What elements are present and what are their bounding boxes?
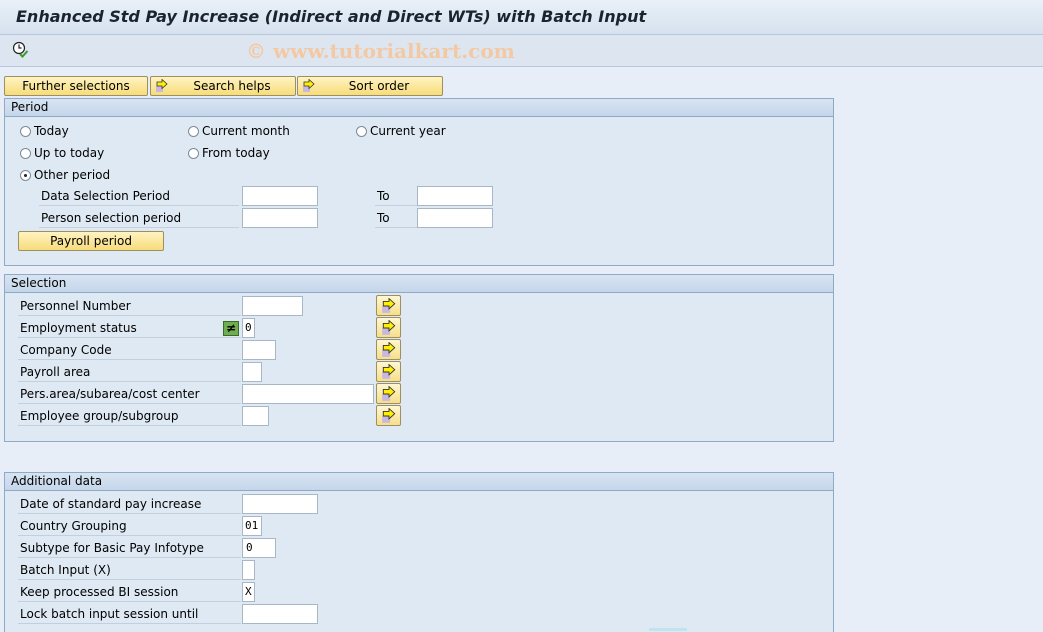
subtype-basic-pay-input[interactable]: 0 <box>242 538 276 558</box>
not-equal-operator-icon[interactable]: ≠ <box>223 321 239 336</box>
page-title: Enhanced Std Pay Increase (Indirect and … <box>16 7 647 26</box>
date-of-standard-pay-increase-label: Date of standard pay increase <box>18 495 241 514</box>
employee-group-label: Employee group/subgroup <box>18 407 241 426</box>
period-group: Period Today Current month Current year … <box>4 98 834 266</box>
lock-batch-input-session-input[interactable] <box>242 604 318 624</box>
personnel-number-input[interactable] <box>242 296 303 316</box>
employment-status-multiple-selection-button[interactable] <box>376 317 401 338</box>
keep-processed-bi-session-input[interactable]: X <box>242 582 255 602</box>
payroll-period-button[interactable]: Payroll period <box>18 231 164 251</box>
radio-label: From today <box>202 146 270 160</box>
execute-icon[interactable] <box>12 41 30 59</box>
watermark: © www.tutorialkart.com <box>246 39 515 63</box>
to-label: To <box>375 187 417 206</box>
personnel-number-label: Personnel Number <box>18 297 241 316</box>
period-group-title: Period <box>5 99 833 117</box>
radio-label: Up to today <box>34 146 105 160</box>
arrow-right-icon <box>302 78 316 93</box>
lock-batch-input-session-label: Lock batch input session until <box>18 605 241 624</box>
employee-group-multiple-selection-button[interactable] <box>376 405 401 426</box>
radio-circle[interactable] <box>20 147 31 159</box>
radio-today[interactable]: Today <box>20 124 69 138</box>
employment-status-label: Employment status <box>18 319 241 338</box>
sort-order-label: Sort order <box>348 79 410 93</box>
to-label: To <box>375 209 417 228</box>
person-selection-from-input[interactable] <box>242 208 318 228</box>
multiple-selection-icon <box>382 408 396 423</box>
person-selection-period-label: Person selection period <box>39 209 239 228</box>
country-grouping-label: Country Grouping <box>18 517 241 536</box>
multiple-selection-icon <box>382 364 396 379</box>
search-helps-label: Search helps <box>193 79 271 93</box>
pers-area-label: Pers.area/subarea/cost center <box>18 385 241 404</box>
batch-input-input[interactable] <box>242 560 255 580</box>
application-toolbar: © www.tutorialkart.com <box>0 35 1043 67</box>
radio-from-today[interactable]: From today <box>188 146 270 160</box>
pers-area-input[interactable] <box>242 384 374 404</box>
selection-group: Selection Personnel Number Employment st… <box>4 274 834 442</box>
keep-processed-bi-session-label: Keep processed BI session <box>18 583 241 602</box>
subtype-basic-pay-label: Subtype for Basic Pay Infotype <box>18 539 241 558</box>
date-of-standard-pay-increase-input[interactable] <box>242 494 318 514</box>
batch-input-label: Batch Input (X) <box>18 561 241 580</box>
company-code-input[interactable] <box>242 340 276 360</box>
radio-current-month[interactable]: Current month <box>188 124 290 138</box>
data-selection-period-label: Data Selection Period <box>39 187 239 206</box>
radio-circle[interactable] <box>188 147 199 159</box>
multiple-selection-icon <box>382 342 396 357</box>
radio-circle[interactable] <box>20 125 31 137</box>
payroll-period-label: Payroll period <box>50 234 132 248</box>
sort-order-button[interactable]: Sort order <box>297 76 443 96</box>
payroll-area-multiple-selection-button[interactable] <box>376 361 401 382</box>
radio-circle-selected[interactable] <box>20 169 31 181</box>
country-grouping-input[interactable]: 01 <box>242 516 262 536</box>
radio-circle[interactable] <box>356 125 367 137</box>
arrow-right-icon <box>155 78 169 93</box>
radio-up-to-today[interactable]: Up to today <box>20 146 104 160</box>
title-bar: Enhanced Std Pay Increase (Indirect and … <box>0 0 1043 35</box>
radio-label: Current year <box>370 124 446 138</box>
radio-other-period[interactable]: Other period <box>20 168 110 182</box>
payroll-area-input[interactable] <box>242 362 262 382</box>
payroll-area-label: Payroll area <box>18 363 241 382</box>
search-helps-button[interactable]: Search helps <box>150 76 296 96</box>
additional-data-group: Additional data Date of standard pay inc… <box>4 472 834 632</box>
data-selection-to-input[interactable] <box>417 186 493 206</box>
person-selection-to-input[interactable] <box>417 208 493 228</box>
further-selections-button[interactable]: Further selections <box>4 76 148 96</box>
radio-label: Current month <box>202 124 290 138</box>
pers-area-multiple-selection-button[interactable] <box>376 383 401 404</box>
radio-current-year[interactable]: Current year <box>356 124 446 138</box>
multiple-selection-icon <box>382 298 396 313</box>
data-selection-from-input[interactable] <box>242 186 318 206</box>
multiple-selection-icon <box>382 320 396 335</box>
radio-label: Other period <box>34 168 111 182</box>
radio-circle[interactable] <box>188 125 199 137</box>
further-selections-label: Further selections <box>22 79 130 93</box>
personnel-number-multiple-selection-button[interactable] <box>376 295 401 316</box>
employee-group-input[interactable] <box>242 406 269 426</box>
radio-label: Today <box>34 124 69 138</box>
selection-group-title: Selection <box>5 275 833 293</box>
company-code-label: Company Code <box>18 341 241 360</box>
multiple-selection-icon <box>382 386 396 401</box>
additional-data-group-title: Additional data <box>5 473 833 491</box>
employment-status-input[interactable]: 0 <box>242 318 255 338</box>
company-code-multiple-selection-button[interactable] <box>376 339 401 360</box>
